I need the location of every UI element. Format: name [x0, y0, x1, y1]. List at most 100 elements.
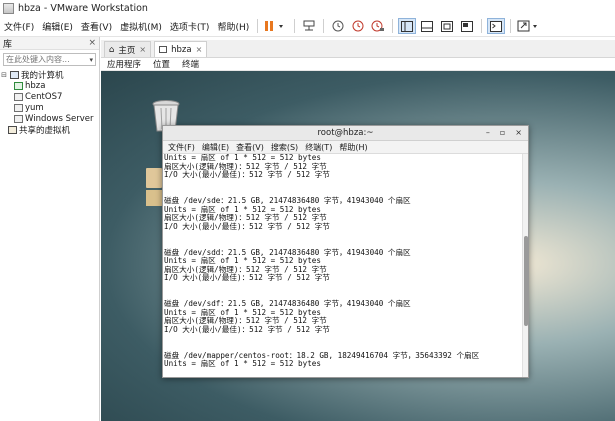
terminal-title: root@hbza:~ [317, 128, 374, 138]
terminal-menu-edit[interactable]: 编辑(E) [202, 142, 229, 153]
tree-item-my-computer[interactable]: ⊟ 我的计算机 [0, 69, 99, 81]
library-search-input[interactable] [6, 55, 76, 64]
terminal-line: I/O 大小(最小/最佳)：512 字节 / 512 字节 [164, 324, 330, 334]
toolbar-separator [257, 19, 259, 33]
tab-home[interactable]: ⌂ 主页 × [104, 41, 152, 57]
terminal-menu-view[interactable]: 查看(V) [236, 142, 264, 153]
toolbar-separator [481, 19, 483, 33]
toolbar-separator [323, 19, 325, 33]
tree-item-label: CentOS7 [25, 91, 63, 102]
guest-places-menu[interactable]: 位置 [153, 58, 170, 70]
terminal-titlebar[interactable]: root@hbza:~ – ▫ × [163, 126, 528, 141]
pause-button[interactable] [263, 18, 289, 34]
guest-terminal-menu[interactable]: 终端 [182, 58, 199, 70]
vmware-app-icon [3, 2, 14, 14]
scrollbar-thumb[interactable] [524, 236, 528, 326]
terminal-menu-search[interactable]: 搜索(S) [271, 142, 298, 153]
close-icon[interactable]: × [196, 45, 203, 54]
close-icon[interactable]: × [515, 128, 522, 137]
terminal-output[interactable]: Units = 扇区 of 1 * 512 = 512 bytes 扇区大小(逻辑… [163, 154, 523, 377]
shared-vm-icon [8, 125, 17, 134]
network-send-icon [303, 20, 315, 31]
revert-snapshot-button[interactable] [349, 18, 367, 34]
tree-item-label: hbza [25, 80, 46, 91]
library-close-button[interactable]: × [88, 38, 96, 48]
tree-item-centos7[interactable]: CentOS7 [0, 91, 99, 102]
sidebar-layout-icon [401, 20, 414, 32]
toolbar-separator [294, 19, 296, 33]
library-pane: 库 × ▾ ⊟ 我的计算机 hbza CentOS7 yum Windows S… [0, 37, 100, 421]
tree-item-label: Windows Server [25, 113, 94, 124]
tree-item-label: yum [25, 102, 44, 113]
terminal-line: I/O 大小(最小/最佳)：512 字节 / 512 字节 [164, 273, 330, 283]
tree-item-hbza[interactable]: hbza [0, 80, 99, 91]
library-tree: ⊟ 我的计算机 hbza CentOS7 yum Windows Server … [0, 69, 99, 136]
close-icon[interactable]: × [139, 45, 146, 54]
guest-applications-menu[interactable]: 应用程序 [107, 58, 141, 70]
revert-clock-icon [352, 20, 364, 32]
stretch-icon [517, 20, 538, 32]
toolbar-separator [392, 19, 394, 33]
terminal-menu-terminal[interactable]: 终端(T) [305, 142, 332, 153]
terminal-line: Units = 扇区 of 1 * 512 = 512 bytes [164, 359, 321, 369]
terminal-line: I/O 大小(最小/最佳)：512 字节 / 512 字节 [164, 221, 330, 231]
window-controls: – ▫ × [486, 128, 522, 137]
bottom-bar-layout-icon [421, 20, 434, 32]
thumbnail-bar-button[interactable] [418, 18, 436, 34]
vm-running-icon [14, 81, 23, 90]
snapshot-manager-icon [371, 20, 385, 32]
menu-toolbar: 文件(F) 编辑(E) 查看(V) 虚拟机(M) 选项卡(T) 帮助(H) [0, 16, 615, 37]
fullscreen-icon [441, 20, 454, 32]
tree-item-windows-server[interactable]: Windows Server [0, 113, 99, 124]
chevron-down-icon[interactable]: ▾ [89, 56, 93, 64]
tab-label: 主页 [118, 45, 136, 56]
clock-icon [332, 20, 344, 32]
stretch-guest-button[interactable] [516, 18, 542, 34]
home-icon: ⌂ [109, 44, 115, 55]
terminal-console-icon [490, 20, 503, 32]
unity-button[interactable] [458, 18, 476, 34]
minimize-icon[interactable]: – [486, 128, 490, 137]
terminal-menubar: 文件(F) 编辑(E) 查看(V) 搜索(S) 终端(T) 帮助(H) [163, 141, 528, 154]
console-view-button[interactable] [487, 18, 506, 34]
menu-edit[interactable]: 编辑(E) [38, 20, 77, 33]
snapshot-button[interactable] [329, 18, 347, 34]
maximize-icon[interactable]: ▫ [500, 128, 505, 137]
terminal-scrollbar[interactable] [522, 154, 528, 377]
menu-tabs[interactable]: 选项卡(T) [166, 20, 214, 33]
menu-file[interactable]: 文件(F) [0, 20, 38, 33]
home-folder-icon[interactable] [146, 168, 162, 188]
computer-icon [10, 70, 19, 79]
vm-tab-icon [159, 46, 168, 53]
guest-desktop[interactable]: root@hbza:~ – ▫ × 文件(F) 编辑(E) 查看(V) 搜索(S… [101, 71, 615, 421]
vm-tab-strip: ⌂ 主页 × hbza × [101, 40, 615, 58]
vm-icon [14, 114, 23, 123]
tab-hbza[interactable]: hbza × [154, 41, 208, 57]
menu-vm[interactable]: 虚拟机(M) [116, 20, 166, 33]
folder-icon[interactable] [146, 190, 162, 206]
menu-view[interactable]: 查看(V) [77, 20, 116, 33]
terminal-line: I/O 大小(最小/最佳)：512 字节 / 512 字节 [164, 170, 330, 180]
tree-item-yum[interactable]: yum [0, 102, 99, 113]
terminal-menu-help[interactable]: 帮助(H) [339, 142, 367, 153]
terminal-window[interactable]: root@hbza:~ – ▫ × 文件(F) 编辑(E) 查看(V) 搜索(S… [162, 125, 529, 378]
snapshot-manager-button[interactable] [369, 18, 387, 34]
vm-icon [14, 103, 23, 112]
collapse-icon[interactable]: ⊟ [0, 71, 8, 79]
send-ctrl-alt-del-button[interactable] [300, 18, 318, 34]
library-title: 库 [3, 39, 13, 50]
vm-icon [14, 92, 23, 101]
toolbar-separator [510, 19, 512, 33]
tree-item-shared-vms[interactable]: 共享的虚拟机 [0, 124, 99, 136]
terminal-menu-file[interactable]: 文件(F) [168, 142, 195, 153]
sidebar-toggle-button[interactable] [398, 18, 417, 34]
unity-icon [461, 20, 474, 32]
menu-help[interactable]: 帮助(H) [213, 20, 253, 33]
full-screen-button[interactable] [438, 18, 456, 34]
guest-top-bar: 应用程序 位置 终端 [101, 58, 615, 71]
pause-icon [265, 21, 284, 31]
library-search-box[interactable]: ▾ [3, 53, 96, 66]
